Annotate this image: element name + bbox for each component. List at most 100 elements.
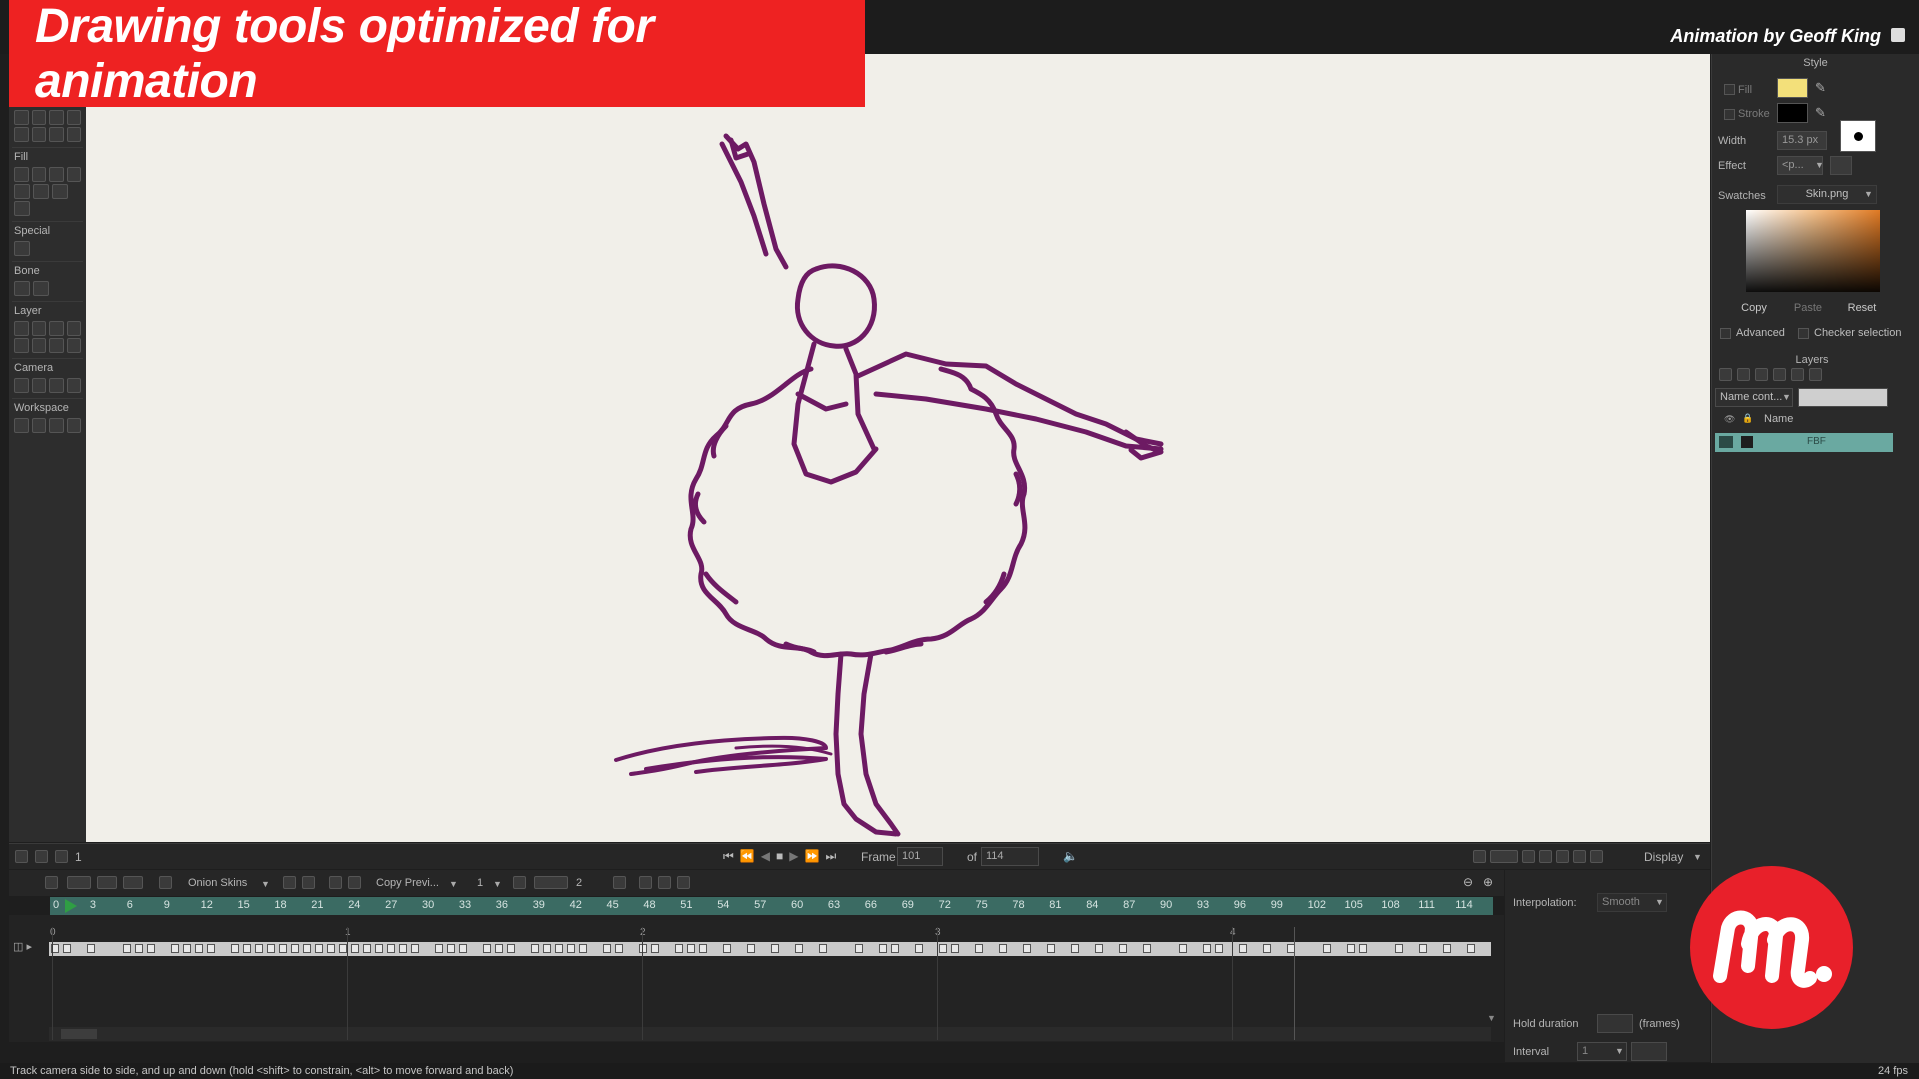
play-icon[interactable]: ▶ — [789, 849, 798, 864]
keyframe[interactable] — [915, 944, 923, 953]
copy-button[interactable]: Copy — [1732, 298, 1776, 318]
panel-toggle-icon[interactable] — [1891, 28, 1905, 42]
grid-icon[interactable] — [283, 876, 296, 889]
layer-settings-icon[interactable] — [1809, 368, 1822, 381]
step-back-icon[interactable]: ⏪ — [740, 849, 755, 864]
onion-skins-dropdown[interactable]: Onion Skins — [188, 877, 247, 889]
keyframe[interactable] — [123, 944, 131, 953]
fill-eyedropper-icon[interactable]: ✎ — [1815, 80, 1826, 96]
onion-toggle-icon[interactable] — [1556, 850, 1569, 863]
layer-3d-tool[interactable] — [31, 338, 46, 353]
eraser-tool[interactable] — [31, 127, 46, 142]
curvature-tool[interactable] — [66, 110, 81, 125]
keyframe[interactable] — [207, 944, 215, 953]
keyframe[interactable] — [303, 944, 311, 953]
keyframe[interactable] — [327, 944, 335, 953]
keyframe[interactable] — [399, 944, 407, 953]
curve-view-icon[interactable] — [1522, 850, 1535, 863]
keyframe[interactable] — [1359, 944, 1367, 953]
create-shape-tool[interactable] — [31, 167, 46, 182]
keyframe[interactable] — [279, 944, 287, 953]
interval-extra-input[interactable] — [1631, 1042, 1667, 1061]
select-bone-tool[interactable] — [14, 281, 30, 296]
total-frames-field[interactable]: 114 — [981, 847, 1039, 866]
cut-icon[interactable] — [639, 876, 652, 889]
curve-profile-tool[interactable] — [14, 201, 30, 216]
keyframe[interactable] — [507, 944, 515, 953]
keyframe[interactable] — [183, 944, 191, 953]
keyframe[interactable] — [1071, 944, 1079, 953]
add-frame-icon[interactable] — [513, 876, 526, 889]
keyframe[interactable] — [1467, 944, 1475, 953]
keyframe[interactable] — [615, 944, 623, 953]
paste-frames-icon[interactable] — [677, 876, 690, 889]
stroke-color-swatch[interactable] — [1777, 103, 1808, 123]
keyframe[interactable] — [975, 944, 983, 953]
width-field[interactable]: 15.3 px — [1777, 131, 1827, 150]
timeline-tracks[interactable]: ◫ ▸ ▼ 01234 — [9, 915, 1504, 1042]
brush-preview[interactable] — [1840, 120, 1876, 152]
grid-toggle-icon[interactable] — [1539, 850, 1552, 863]
motion-graph-icon[interactable] — [159, 876, 172, 889]
paint-bucket-tool[interactable] — [49, 167, 64, 182]
freehand-tool[interactable] — [14, 110, 29, 125]
layer-row-fbf[interactable]: FBF — [1715, 433, 1893, 452]
frame-nav-icon[interactable] — [534, 876, 568, 889]
keyframe[interactable] — [699, 944, 707, 953]
keyframe[interactable] — [939, 944, 947, 953]
keyframe[interactable] — [771, 944, 779, 953]
keyframe[interactable] — [315, 944, 323, 953]
keyframe[interactable] — [375, 944, 383, 953]
track-camera-tool[interactable] — [14, 378, 29, 393]
keyframe[interactable] — [243, 944, 251, 953]
rewind-icon[interactable]: ⏮ — [723, 849, 734, 864]
keyframe[interactable] — [147, 944, 155, 953]
keyframe[interactable] — [579, 944, 587, 953]
keyframe[interactable] — [459, 944, 467, 953]
fill-color-swatch[interactable] — [1777, 78, 1808, 98]
keyframe[interactable] — [675, 944, 683, 953]
step-forward-icon[interactable]: ⏩ — [804, 849, 819, 864]
stroke-checkbox[interactable] — [1724, 109, 1735, 120]
zoom-out-icon[interactable]: ⊖ — [1463, 875, 1473, 889]
swatches-dropdown[interactable]: Skin.png — [1777, 185, 1877, 204]
view-mode-icon-1[interactable] — [1473, 850, 1486, 863]
canvas-view-icon[interactable] — [15, 850, 28, 863]
keyframe[interactable] — [255, 944, 263, 953]
keyframe[interactable] — [1023, 944, 1031, 953]
keyframe[interactable] — [351, 944, 359, 953]
keyframe[interactable] — [1443, 944, 1451, 953]
delete-shape-tool[interactable] — [66, 167, 81, 182]
keyframe[interactable] — [1239, 944, 1247, 953]
sound-icon[interactable]: 🔈 — [1063, 849, 1078, 863]
keyframe[interactable] — [639, 944, 647, 953]
keyframe[interactable] — [1419, 944, 1427, 953]
timeline-scrollbar-thumb[interactable] — [61, 1029, 97, 1039]
pan-tilt-camera-tool[interactable] — [66, 378, 81, 393]
timeline-scrollbar[interactable] — [49, 1027, 1491, 1041]
keyframe[interactable] — [891, 944, 899, 953]
keyframe[interactable] — [999, 944, 1007, 953]
orbit-workspace-icon[interactable] — [66, 418, 81, 433]
keyframe[interactable] — [1347, 944, 1355, 953]
add-point-tool[interactable] — [49, 110, 64, 125]
special-tool[interactable] — [14, 241, 30, 256]
rotate-layer-tool[interactable] — [49, 321, 64, 336]
keyframe[interactable] — [1263, 944, 1271, 953]
shear-layer-tool[interactable] — [14, 338, 29, 353]
canvas-copy-icon[interactable] — [55, 850, 68, 863]
keyframe[interactable] — [387, 944, 395, 953]
view-mode-icon-2[interactable] — [1490, 850, 1518, 863]
keyframe[interactable] — [171, 944, 179, 953]
line-width-tool[interactable] — [14, 184, 30, 199]
keyframe[interactable] — [687, 944, 695, 953]
keyframe[interactable] — [135, 944, 143, 953]
reset-button[interactable]: Reset — [1840, 298, 1884, 318]
timeline-select-icon[interactable] — [45, 876, 58, 889]
keyframe[interactable] — [1179, 944, 1187, 953]
history-icon[interactable] — [348, 876, 361, 889]
text-tool[interactable] — [49, 338, 64, 353]
link-icon[interactable] — [302, 876, 315, 889]
draw-shape-tool[interactable] — [31, 110, 46, 125]
canvas-frame-icon[interactable] — [35, 850, 48, 863]
